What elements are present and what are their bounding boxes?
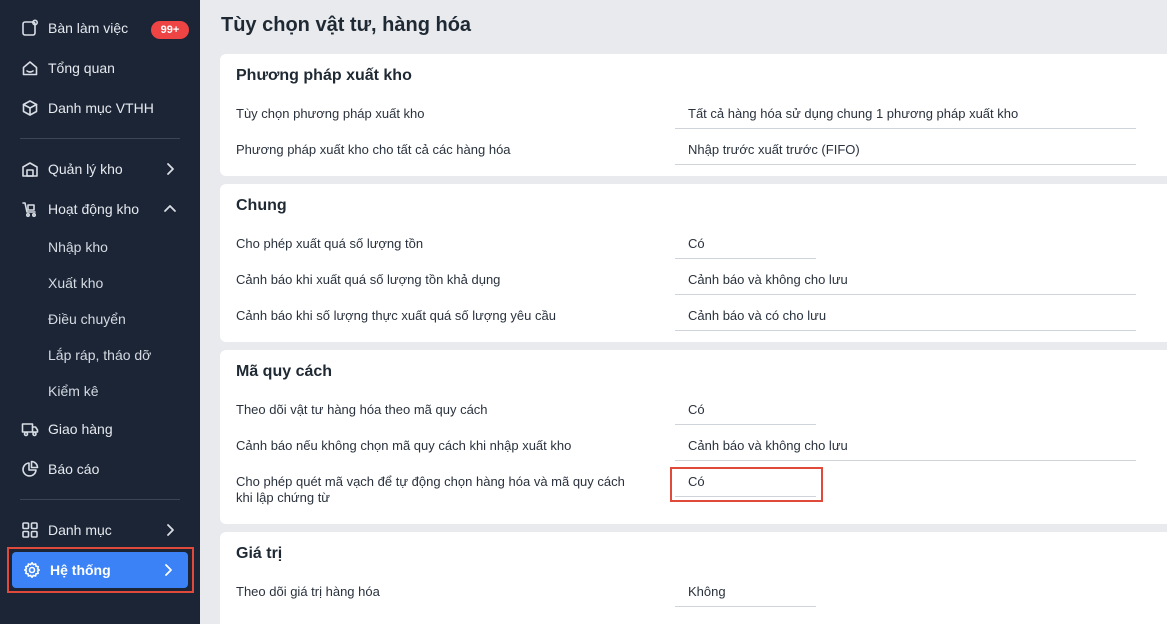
sidebar-item-label: Báo cáo bbox=[48, 461, 100, 477]
home-icon bbox=[20, 58, 40, 78]
highlight-box bbox=[670, 467, 823, 502]
option-label: Cho phép xuất quá số lượng tồn bbox=[236, 236, 424, 251]
option-value-dropdown[interactable]: Không bbox=[675, 577, 816, 607]
option-label: Theo dõi vật tư hàng hóa theo mã quy các… bbox=[236, 402, 488, 417]
sidebar-item-tong-quan[interactable]: Tổng quan bbox=[10, 50, 190, 86]
sidebar-subitem-lap-rap[interactable]: Lắp ráp, tháo dỡ bbox=[48, 343, 151, 367]
chevron-right-icon bbox=[162, 522, 178, 538]
option-label: Phương pháp xuất kho cho tất cả các hàng… bbox=[236, 142, 511, 157]
option-value-dropdown[interactable]: Tất cả hàng hóa sử dụng chung 1 phương p… bbox=[675, 99, 1136, 129]
sidebar: Bàn làm việc 99+ Tổng quan Danh mục VTHH… bbox=[0, 0, 200, 624]
option-label: Tùy chọn phương pháp xuất kho bbox=[236, 106, 425, 121]
sidebar-item-label: Danh mục VTHH bbox=[48, 100, 154, 116]
option-label: Cảnh báo khi số lượng thực xuất quá số l… bbox=[236, 308, 556, 323]
workspace-icon bbox=[20, 18, 40, 38]
pie-chart-icon bbox=[20, 459, 40, 479]
sidebar-item-label: Bàn làm việc bbox=[48, 20, 129, 36]
section-title: Mã quy cách bbox=[236, 363, 333, 380]
sidebar-item-danh-muc-vthh[interactable]: Danh mục VTHH bbox=[10, 90, 190, 126]
chevron-up-icon bbox=[162, 201, 178, 217]
option-value-dropdown[interactable]: Có bbox=[675, 229, 816, 259]
sidebar-item-label: Giao hàng bbox=[48, 421, 113, 437]
option-label: Cho phép quét mã vạch để tự động chọn hà… bbox=[236, 474, 625, 505]
section-title: Phương pháp xuất kho bbox=[236, 67, 412, 84]
option-label: Theo dõi giá trị hàng hóa bbox=[236, 584, 380, 599]
sidebar-subitem-kiem-ke[interactable]: Kiểm kê bbox=[48, 379, 99, 403]
section-phuong-phap-xuat-kho: Phương pháp xuất kho Tùy chọn phương phá… bbox=[220, 54, 1167, 176]
sidebar-item-ban-lam-viec[interactable]: Bàn làm việc 99+ bbox=[10, 10, 190, 46]
notification-badge: 99+ bbox=[151, 21, 189, 39]
section-ma-quy-cach: Mã quy cách Theo dõi vật tư hàng hóa the… bbox=[220, 350, 1167, 524]
chevron-right-icon bbox=[162, 161, 178, 177]
option-label: Cảnh báo khi xuất quá số lượng tồn khả d… bbox=[236, 272, 501, 287]
option-value-dropdown[interactable]: Cảnh báo và có cho lưu bbox=[675, 301, 1136, 331]
grid-icon bbox=[20, 520, 40, 540]
sidebar-item-label: Danh mục bbox=[48, 522, 112, 538]
box-icon bbox=[20, 98, 40, 118]
option-value-dropdown[interactable]: Cảnh báo và không cho lưu bbox=[675, 265, 1136, 295]
sidebar-divider bbox=[20, 499, 180, 500]
sidebar-item-giao-hang[interactable]: Giao hàng bbox=[10, 411, 190, 447]
sidebar-item-bao-cao[interactable]: Báo cáo bbox=[10, 451, 190, 487]
highlight-box bbox=[7, 547, 194, 593]
sidebar-item-label: Tổng quan bbox=[48, 60, 115, 76]
warehouse-icon bbox=[20, 159, 40, 179]
sidebar-subitem-xuat-kho[interactable]: Xuất kho bbox=[48, 271, 103, 295]
sidebar-subitem-nhap-kho[interactable]: Nhập kho bbox=[48, 235, 108, 259]
section-chung: Chung Cho phép xuất quá số lượng tồn Có … bbox=[220, 184, 1167, 342]
sidebar-divider bbox=[20, 138, 180, 139]
truck-icon bbox=[20, 419, 40, 439]
section-title: Giá trị bbox=[236, 545, 283, 562]
option-value-dropdown[interactable]: Cảnh báo và không cho lưu bbox=[675, 431, 1136, 461]
section-gia-tri: Giá trị Theo dõi giá trị hàng hóa Không bbox=[220, 532, 1167, 624]
option-value-dropdown[interactable]: Có bbox=[675, 395, 816, 425]
sidebar-item-label: Quản lý kho bbox=[48, 161, 123, 177]
section-title: Chung bbox=[236, 197, 287, 214]
sidebar-item-quan-ly-kho[interactable]: Quản lý kho bbox=[10, 151, 190, 187]
page-title: Tùy chọn vật tư, hàng hóa bbox=[221, 14, 472, 36]
sidebar-item-danh-muc[interactable]: Danh mục bbox=[10, 512, 190, 548]
option-label: Cảnh báo nếu không chọn mã quy cách khi … bbox=[236, 438, 572, 453]
sidebar-subitem-dieu-chuyen[interactable]: Điều chuyển bbox=[48, 307, 126, 331]
option-value-dropdown[interactable]: Nhập trước xuất trước (FIFO) bbox=[675, 135, 1136, 165]
cart-icon bbox=[20, 199, 40, 219]
sidebar-item-label: Hoạt động kho bbox=[48, 201, 140, 217]
sidebar-item-hoat-dong-kho[interactable]: Hoạt động kho bbox=[10, 191, 190, 227]
